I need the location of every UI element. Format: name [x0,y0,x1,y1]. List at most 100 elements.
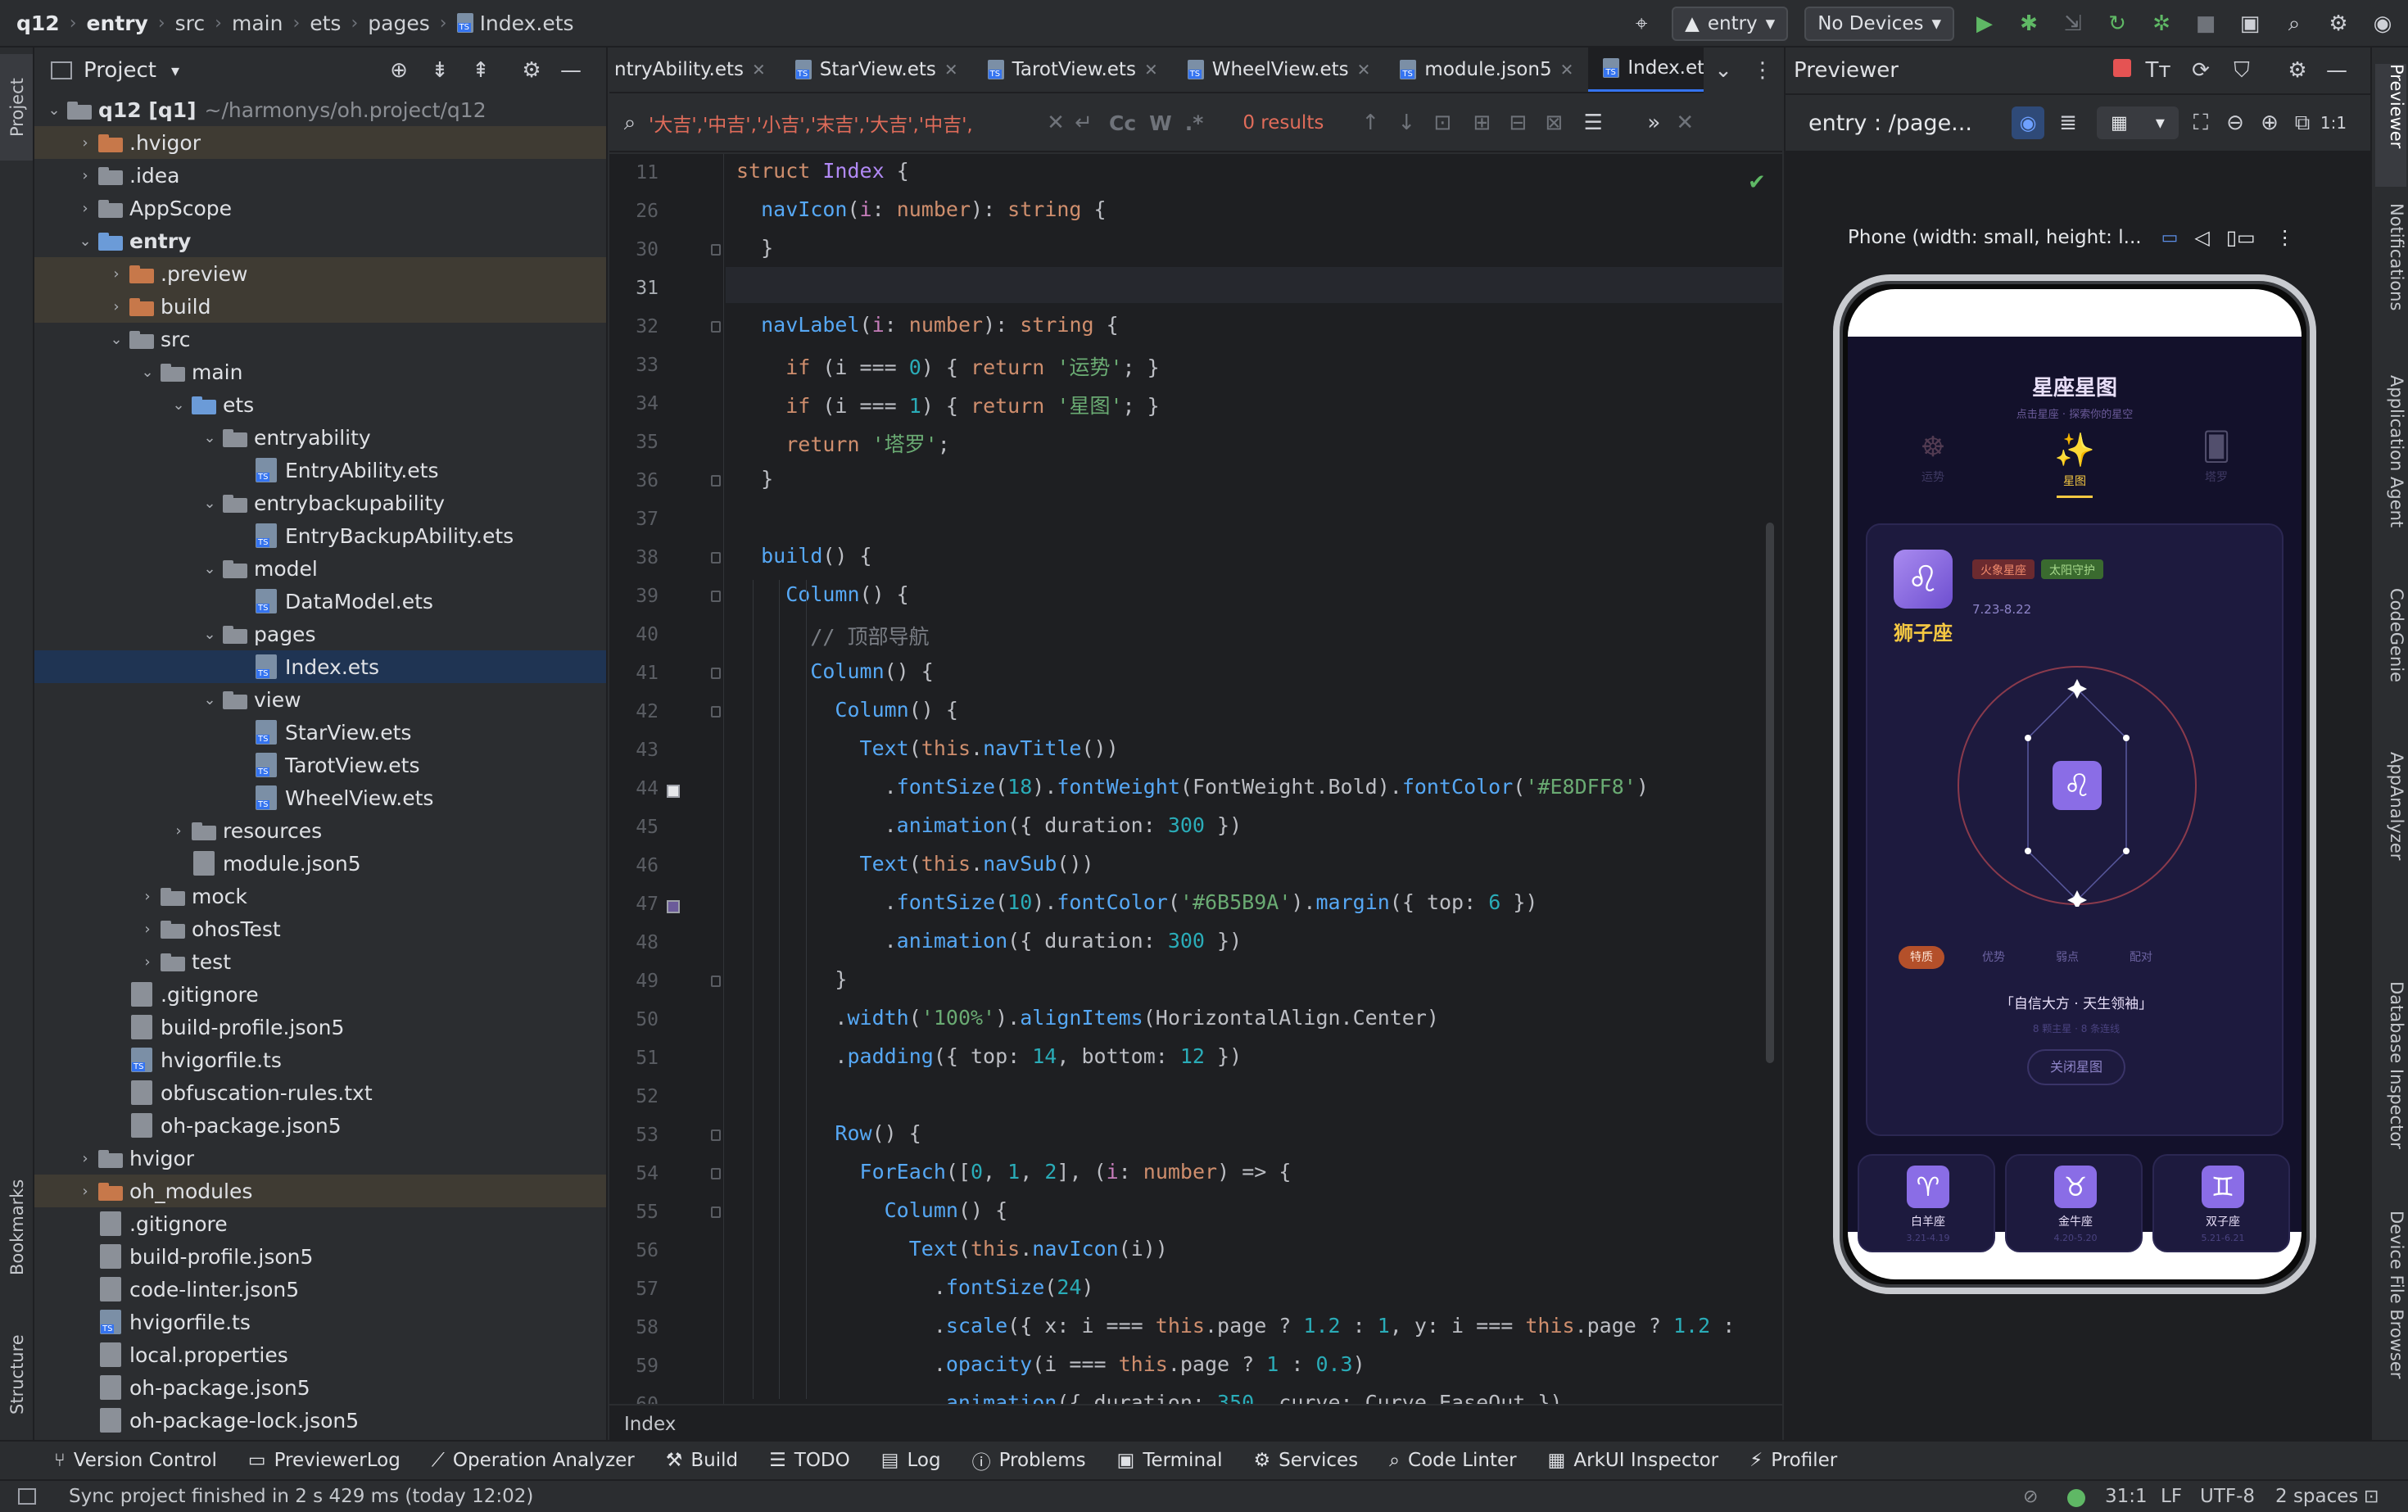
chevron-right-icon[interactable]: › [138,921,157,938]
breadcrumb-ets[interactable]: ets [310,11,341,35]
tree-item[interactable]: oh-package.json5 [34,1109,606,1142]
chevron-down-icon[interactable]: ⌄ [44,102,64,119]
chevron-down-icon[interactable]: ⌄ [200,691,220,708]
gear-icon[interactable]: ⚙ [518,57,545,84]
fold-marker-icon[interactable] [711,706,721,718]
tree-item[interactable]: › build [34,290,606,323]
panel-toggle-icon[interactable] [18,1488,36,1505]
refresh-icon[interactable]: ⟳ [2187,57,2215,84]
chevron-right-icon[interactable]: › [138,888,157,905]
tree-item[interactable]: ⌄ pages [34,618,606,650]
chevron-down-icon[interactable]: ⌄ [169,396,188,414]
tree-item[interactable]: WheelView.ets [34,781,606,814]
bottom-tool[interactable]: ▦ ArkUI Inspector [1548,1450,1718,1471]
layers-icon[interactable]: ≣ [2054,109,2082,137]
fold-marker-icon[interactable] [711,668,721,679]
collapse-all-icon[interactable]: ⇞ [467,57,495,84]
apply-changes-icon[interactable]: ↻ [2103,10,2131,38]
tree-item[interactable]: code-linter.json5 [34,1273,606,1306]
chevron-down-icon[interactable]: ⌄ [200,495,220,512]
chevron-right-icon[interactable]: › [75,200,95,217]
tree-item[interactable]: local.properties [34,1338,606,1371]
breadcrumb-src[interactable]: src [175,11,206,35]
no-inspection-icon[interactable]: ⊘ [2023,1487,2038,1507]
breadcrumb-pages[interactable]: pages [368,11,429,35]
close-tab-icon[interactable]: ✕ [944,60,958,79]
tree-item[interactable]: ⌄ entry [34,224,606,257]
tab-match[interactable]: 配对 [2118,946,2164,969]
status-ok-icon[interactable] [2067,1489,2085,1507]
settings-icon[interactable]: ⚙ [2324,10,2352,38]
tree-item[interactable]: DataModel.ets [34,585,606,618]
profile-icon[interactable]: ✲ [2148,10,2175,38]
stop-icon[interactable]: ■ [2192,10,2220,38]
chevron-right-icon[interactable]: › [75,1150,95,1167]
chevron-right-icon[interactable]: › [106,265,126,283]
more-icon[interactable]: ⋮ [1749,57,1777,84]
editor-tab[interactable]: TarotView.ets ✕ [973,48,1173,92]
exclude-icon[interactable]: ⊠ [1540,109,1568,137]
zoom-in-icon[interactable]: ⊕ [2256,109,2284,137]
tree-item[interactable]: ⌄ model [34,552,606,585]
structure-tool-tab[interactable]: Structure [2,1309,33,1440]
bottom-tool[interactable]: ⚡ Profiler [1749,1450,1837,1471]
find-input[interactable]: '大吉','中吉','小吉','末吉','大吉','中吉', [649,109,1042,137]
bottom-tool[interactable]: ⚙ Services [1254,1450,1359,1471]
tree-item[interactable]: › oh_modules [34,1175,606,1207]
chevron-right-icon[interactable]: › [169,822,188,840]
breadcrumb-project[interactable]: q12 [16,11,60,35]
fold-marker-icon[interactable] [711,1129,721,1141]
chevron-right-icon[interactable]: › [75,1183,95,1200]
tree-item[interactable]: build-profile.json5 [34,1011,606,1043]
star[interactable] [2025,735,2031,741]
lock-icon[interactable]: ⊡ [2364,1487,2379,1507]
tree-item[interactable]: › .preview [34,257,606,290]
tree-item[interactable]: › AppScope [34,192,606,224]
tree-item[interactable]: EntryAbility.ets [34,454,606,487]
tree-item[interactable]: module.json5 [34,847,606,880]
tree-item[interactable]: › resources [34,814,606,847]
code-editor[interactable]: 11 26 30 31 32 33 34 35 36 37 38 39 40 41 42 43 44 45 46 47… [609,154,1782,1404]
bottom-tool[interactable]: ⟋ Operation Analyzer [432,1450,635,1471]
bottom-tool[interactable]: ⚒ Build [666,1450,738,1471]
bottom-tool[interactable]: ▤ Log [881,1450,941,1471]
tree-item[interactable]: ⌄ main [34,355,606,388]
whole-word-toggle[interactable]: W [1149,111,1172,135]
match-case-toggle[interactable]: Cc [1109,111,1136,135]
tree-item[interactable]: › mock [34,880,606,912]
fold-marker-icon[interactable] [711,1168,721,1179]
chevron-down-icon[interactable]: ▾ [171,61,179,80]
layout-dropdown[interactable]: ▦ ▾ [2097,106,2179,139]
next-occurrence-icon[interactable]: ↓ [1392,109,1420,137]
tree-item[interactable]: StarView.ets [34,716,606,749]
tree-item[interactable]: › .idea [34,159,606,192]
nav-item-tarot[interactable]: 🂠 塔罗 [2180,431,2252,485]
actual-size-icon[interactable]: 1:1 [2320,109,2347,137]
tab-weaknesses[interactable]: 弱点 [2044,946,2090,969]
minimize-icon[interactable]: — [2323,57,2351,84]
tree-item[interactable]: build-profile.json5 [34,1240,606,1273]
tree-item[interactable]: ⌄ view [34,683,606,716]
editor-tab[interactable]: WheelView.ets ✕ [1173,48,1386,92]
close-tab-icon[interactable]: ✕ [752,60,766,79]
editor-tab[interactable]: StarView.ets ✕ [781,48,973,92]
project-tool-tab[interactable]: Project [0,54,33,161]
tree-item[interactable]: › .hvigor [34,126,606,159]
scrollbar[interactable] [1766,523,1774,1063]
editor-breadcrumb[interactable]: Index [609,1404,1782,1440]
right-tool-tab[interactable]: AppAnalyzer [2375,752,2406,948]
inspector-icon[interactable]: ⛉ [2228,57,2256,84]
nav-item-starmap[interactable]: ✨ 星图 [2039,431,2111,498]
color-swatch-icon[interactable] [667,785,680,798]
right-tool-tab[interactable]: Previewer [2375,64,2406,187]
editor-tab[interactable]: module.json5 ✕ [1385,48,1588,92]
bottom-tool[interactable]: ⓘ Problems [972,1446,1086,1474]
expand-icon[interactable]: » [1640,109,1668,137]
star[interactable] [2123,735,2130,741]
route-selector[interactable]: entry : /page... [1808,111,1972,136]
tree-item[interactable]: › ohosTest [34,912,606,945]
tree-item[interactable]: .gitignore [34,978,606,1011]
right-tool-tab[interactable]: Database Inspector [2375,981,2406,1194]
sign-card[interactable]: ♉ 金牛座 4.20-5.20 [2005,1154,2143,1252]
tree-item[interactable]: TarotView.ets [34,749,606,781]
